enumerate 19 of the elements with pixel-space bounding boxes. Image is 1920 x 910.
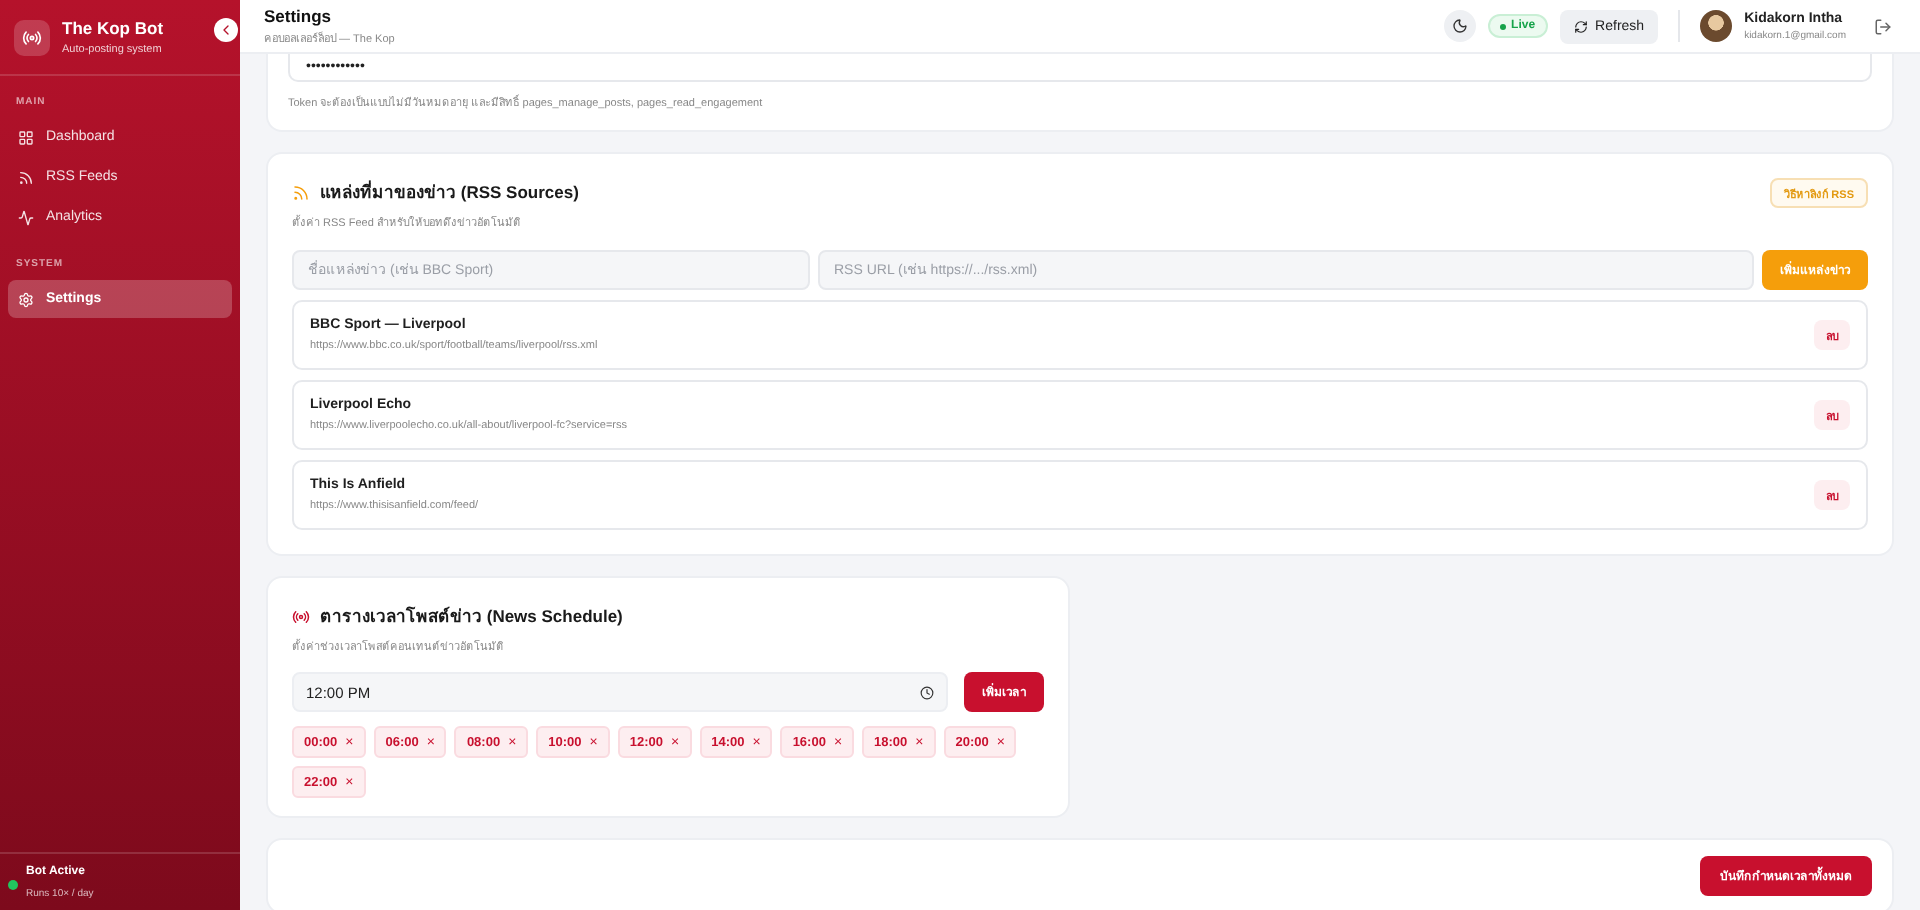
grid-icon — [18, 129, 34, 145]
page-title: Settings — [264, 6, 334, 26]
chevron-icon — [218, 22, 234, 38]
collapse-button[interactable] — [214, 18, 238, 42]
logo-icon — [14, 19, 50, 55]
rss-icon — [18, 169, 34, 185]
card-title: แหล่งที่มาของข่าว (RSS Sources) — [320, 178, 579, 206]
brand-title: The Kop Bot — [62, 18, 164, 38]
pulse-icon — [18, 209, 34, 225]
logout-icon[interactable] — [1874, 17, 1892, 35]
card-title: ตารางเวลาโพสต์ข่าว (News Schedule) — [320, 604, 623, 630]
refresh-icon — [1573, 19, 1588, 33]
clock-icon — [920, 685, 934, 699]
rss-icon — [292, 183, 310, 201]
settings-icon — [18, 291, 34, 307]
theme-toggle-button[interactable] — [1443, 10, 1476, 42]
avatar — [1700, 10, 1733, 42]
moon-icon — [1451, 18, 1468, 34]
broadcast-icon — [292, 607, 310, 625]
